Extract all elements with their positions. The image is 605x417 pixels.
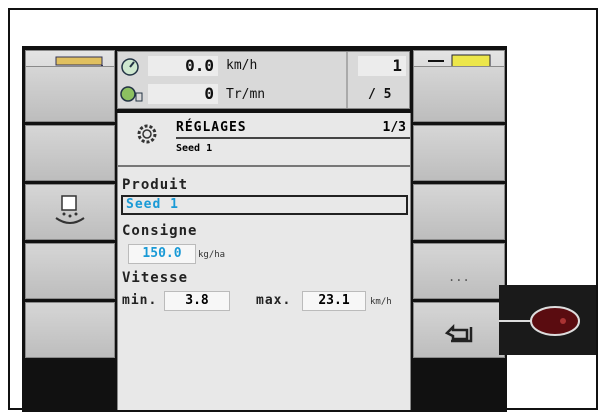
- min-label: min.: [122, 293, 158, 308]
- speed-rpm-panel: 0.0 km/h 0 Tr/mn 1 / 5: [117, 51, 410, 109]
- setpoint-label: Consigne: [122, 223, 198, 239]
- right-softkey-1[interactable]: [413, 66, 505, 122]
- rpm-unit: Tr/mn: [226, 87, 266, 102]
- left-softkey-5[interactable]: [25, 302, 115, 358]
- right-softkey-more[interactable]: ...: [413, 243, 505, 299]
- rpm-value: 0: [148, 84, 218, 104]
- speed-label: Vitesse: [122, 270, 189, 286]
- max-speed-field[interactable]: 23.1: [302, 291, 366, 311]
- right-softkey-3[interactable]: [413, 184, 505, 240]
- gear-icon: [137, 124, 157, 144]
- speed-value: 0.0: [148, 56, 218, 76]
- header-divider: [118, 165, 410, 167]
- left-softkey-4[interactable]: [25, 243, 115, 299]
- speed-unit: km/h: [226, 58, 258, 73]
- more-label: ...: [448, 270, 470, 284]
- settings-panel: RÉGLAGES 1/3 Seed 1 Produit Seed 1 Consi…: [117, 113, 411, 410]
- right-softkey-2[interactable]: [413, 125, 505, 181]
- page-subtitle: Seed 1: [176, 143, 213, 154]
- left-softkey-3[interactable]: [25, 184, 115, 240]
- product-field[interactable]: Seed 1: [121, 195, 408, 215]
- left-softkey-column: [25, 66, 115, 361]
- right-softkey-column: ...: [413, 66, 505, 361]
- setpoint-field[interactable]: 150.0: [128, 244, 196, 264]
- page-title: RÉGLAGES: [176, 120, 247, 135]
- min-speed-field[interactable]: 3.8: [164, 291, 230, 311]
- page-counter-current: 1: [358, 56, 406, 76]
- max-label: max.: [256, 293, 292, 308]
- back-button[interactable]: [413, 302, 505, 358]
- left-softkey-2[interactable]: [25, 125, 115, 181]
- joystick-icon: [499, 285, 596, 355]
- seed-hopper-icon: [55, 195, 85, 224]
- setpoint-unit: kg/ha: [198, 250, 226, 260]
- page-indicator: 1/3: [382, 120, 406, 135]
- page-counter-total: / 5: [368, 87, 392, 102]
- speed-unit-label: km/h: [370, 297, 392, 307]
- left-softkey-1[interactable]: [25, 66, 115, 122]
- speedometer-icon: [121, 58, 139, 76]
- product-label: Produit: [122, 177, 189, 193]
- rpm-gauge-icon: [120, 86, 143, 102]
- joystick-inset: [499, 285, 596, 355]
- back-arrow-icon: [444, 323, 473, 343]
- title-divider: [176, 137, 410, 139]
